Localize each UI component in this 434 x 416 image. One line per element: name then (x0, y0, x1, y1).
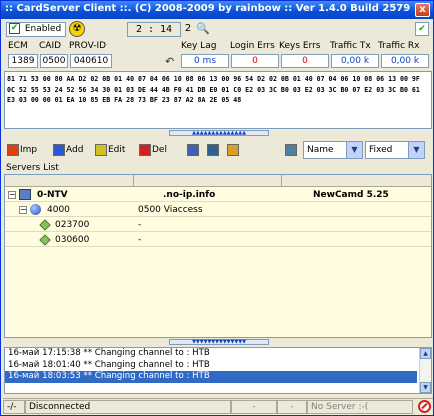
enabled-checkbox[interactable]: ✔ Enabled (6, 22, 66, 37)
add-icon (53, 143, 65, 156)
add-label: Add (66, 145, 84, 155)
caid-row[interactable]: − 4000 0500 Viaccess (5, 203, 431, 217)
layout-select[interactable]: Fixed ▼ (365, 141, 425, 159)
radiation-icon[interactable]: ☢ (69, 21, 85, 37)
collapse-icon[interactable]: − (19, 206, 27, 214)
no-entry-icon[interactable] (418, 400, 431, 413)
connection-status: Disconnected (25, 400, 231, 414)
app-window: :: CardServer Client ::. (C) 2008-2009 b… (0, 0, 434, 416)
globe-icon (30, 204, 41, 215)
log-line-selected[interactable]: 16-май 18:03:53 ** Changing channel to :… (5, 371, 417, 383)
control-row: ✔ Enabled ☢ 2 : 14 2 🔍 ✔ (3, 21, 433, 39)
loginerrs-value: 0 (231, 54, 279, 68)
keyserrs-value: 0 (281, 54, 329, 68)
check-icon: ✔ (9, 23, 20, 34)
server-protocol: NewCamd 5.25 (313, 190, 389, 200)
close-button[interactable]: x (415, 3, 430, 17)
caid-name: 4000 (47, 205, 70, 215)
trafficrx-value: 0,00 k (381, 54, 429, 68)
server-name: 0-NTV (37, 190, 68, 200)
provider-id: 030600 (55, 235, 90, 245)
provider-row[interactable]: 023700 - (5, 218, 431, 232)
column-separator[interactable] (281, 175, 282, 187)
import-icon (7, 143, 19, 156)
provider-icon (39, 219, 51, 231)
keylag-value: 0 ms (181, 54, 229, 68)
chevron-down-icon[interactable]: ▼ (408, 142, 424, 158)
folder-icon[interactable] (227, 144, 239, 156)
traffictx-label: Traffic Tx (330, 41, 371, 51)
caid-label: CAID (39, 41, 62, 51)
chevron-down-icon[interactable]: ▼ (346, 142, 362, 158)
provider-row[interactable]: 030600 - (5, 233, 431, 247)
splitter-handle-bottom[interactable]: ▼▼▼▼▼▼▼▼▼▼▼▼▼▼ (169, 339, 269, 345)
edit-icon (95, 143, 107, 156)
log-scrollbar[interactable]: ▲ ▼ (419, 348, 431, 393)
window-title: :: CardServer Client ::. (C) 2008-2009 b… (5, 3, 411, 14)
log-line[interactable]: 16-май 18:01:40 ** Changing channel to :… (5, 360, 417, 372)
server-status: No Server :-( (307, 400, 413, 414)
delete-button[interactable]: Del (139, 141, 167, 159)
provid-value: 040610 (70, 54, 112, 68)
collapse-icon[interactable]: − (8, 191, 16, 199)
search-icon[interactable]: 🔍 (196, 22, 210, 35)
delete-label: Del (152, 145, 167, 155)
servers-list-label: Servers List (6, 163, 59, 173)
keyserrs-label: Keys Errs (279, 41, 321, 51)
edit-label: Edit (108, 145, 126, 155)
tree-header (5, 175, 431, 187)
edit-button[interactable]: Edit (95, 141, 125, 159)
log-line[interactable]: 16-май 17:15:38 ** Changing channel to :… (5, 348, 417, 360)
log-list[interactable]: 16-май 17:15:38 ** Changing channel to :… (4, 347, 432, 394)
provider-icon (39, 234, 51, 246)
trafficrx-label: Traffic Rx (378, 41, 420, 51)
enabled-label: Enabled (24, 23, 62, 34)
traffictx-value: 0,00 k (331, 54, 379, 68)
checkmark-icon[interactable]: ✔ (415, 22, 429, 36)
server-host: .no-ip.info (163, 190, 216, 200)
ecm-hex-dump: 81 71 53 00 80 AA D2 02 0B 01 40 07 04 0… (4, 71, 432, 129)
caid-value: 0500 (40, 54, 68, 68)
add-button[interactable]: Add (53, 141, 83, 159)
server-icon (19, 189, 31, 200)
status-bar: -/- Disconnected - - No Server :-( (3, 398, 433, 414)
scroll-down-icon[interactable]: ▼ (420, 382, 431, 393)
layout-select-value: Fixed (369, 145, 393, 155)
keylag-label: Key Lag (181, 41, 217, 51)
toolbar: Imp Add Edit Del Name ▼ Fixed ▼ (3, 139, 433, 161)
tools-icon[interactable] (285, 144, 297, 156)
details-view-icon[interactable] (207, 144, 219, 156)
status-cell-a: - (231, 400, 277, 414)
import-label: Imp (20, 145, 38, 155)
sort-select[interactable]: Name ▼ (303, 141, 363, 159)
provider-id: 023700 (55, 220, 90, 230)
ecm-label: ECM (8, 41, 28, 51)
stats-row: ECM CAID PROV-ID Key Lag Login Errs Keys… (3, 41, 433, 69)
provider-info: - (138, 220, 142, 230)
splitter-handle-top[interactable]: ▲▲▲▲▲▲▲▲▲▲▲▲▲▲ (169, 130, 269, 136)
counter-display: 2 (184, 23, 192, 34)
caid-system: 0500 Viaccess (138, 205, 203, 215)
provider-info: - (138, 235, 142, 245)
status-indicator: -/- (3, 400, 25, 414)
status-cell-b: - (277, 400, 307, 414)
provid-label: PROV-ID (69, 41, 107, 51)
scroll-up-icon[interactable]: ▲ (420, 348, 431, 359)
list-view-icon[interactable] (187, 144, 199, 156)
ecm-value: 1389 (8, 54, 38, 68)
title-bar[interactable]: :: CardServer Client ::. (C) 2008-2009 b… (1, 1, 433, 19)
column-separator[interactable] (133, 175, 134, 187)
delete-icon (139, 143, 151, 156)
undo-icon[interactable]: ↶ (165, 55, 174, 68)
servers-tree: − 0-NTV .no-ip.info NewCamd 5.25 − 4000 … (4, 174, 432, 338)
time-display: 2 : 14 (127, 22, 181, 37)
sort-select-value: Name (307, 145, 334, 155)
loginerrs-label: Login Errs (230, 41, 275, 51)
server-row[interactable]: − 0-NTV .no-ip.info NewCamd 5.25 (5, 188, 431, 202)
import-button[interactable]: Imp (7, 141, 37, 159)
